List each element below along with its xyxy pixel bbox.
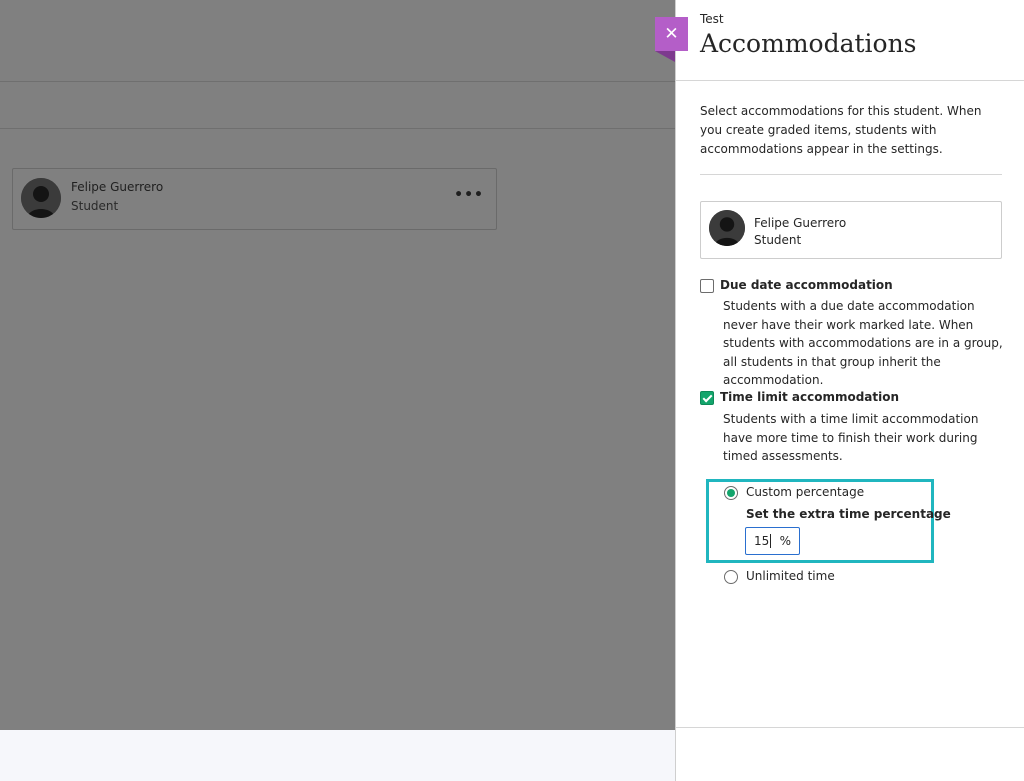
roster-card[interactable]: Felipe Guerrero Student ••• — [12, 168, 497, 230]
due-date-description: Students with a due date accommodation n… — [723, 299, 1003, 387]
page-toolbar — [0, 82, 675, 129]
person-silhouette-icon — [709, 210, 745, 246]
percentage-value[interactable]: 15 — [754, 534, 772, 548]
avatar — [709, 210, 745, 246]
custom-percentage-label[interactable]: Custom percentage — [746, 485, 864, 499]
panel-footer — [676, 727, 1024, 781]
unlimited-time-label[interactable]: Unlimited time — [746, 569, 835, 583]
more-horizontal-icon[interactable]: ••• — [454, 187, 484, 203]
student-role: Student — [754, 233, 802, 247]
percent-sign: % — [779, 534, 791, 548]
custom-percentage-radio[interactable] — [724, 486, 738, 500]
panel-title: Accommodations — [700, 29, 917, 58]
roster-role: Student — [71, 199, 119, 213]
panel-header: Test Accommodations — [676, 0, 1024, 81]
accommodations-panel: Test Accommodations Select accommodation… — [675, 0, 1024, 781]
close-tab-fold — [655, 51, 675, 62]
close-button[interactable]: ✕ — [655, 17, 688, 51]
extra-time-percentage-input[interactable]: 15 % — [745, 527, 800, 555]
due-date-checkbox[interactable] — [700, 279, 714, 293]
panel-kicker: Test — [700, 12, 724, 26]
page-overlay: Felipe Guerrero Student ••• — [0, 0, 675, 730]
due-date-label[interactable]: Due date accommodation — [720, 278, 893, 292]
person-silhouette-icon — [21, 178, 61, 218]
intro-text: Select accommodations for this student. … — [700, 104, 982, 156]
student-card: Felipe Guerrero Student — [700, 201, 1002, 259]
extra-time-label: Set the extra time percentage — [746, 507, 951, 521]
avatar — [21, 178, 61, 218]
page-header — [0, 0, 675, 82]
roster-name: Felipe Guerrero — [71, 180, 164, 194]
time-limit-checkbox[interactable] — [700, 391, 714, 405]
student-name: Felipe Guerrero — [754, 216, 847, 230]
time-limit-label[interactable]: Time limit accommodation — [720, 390, 899, 404]
close-icon: ✕ — [664, 24, 679, 44]
time-limit-description: Students with a time limit accommodation… — [723, 412, 979, 463]
unlimited-time-radio[interactable] — [724, 570, 738, 584]
divider — [700, 174, 1002, 175]
